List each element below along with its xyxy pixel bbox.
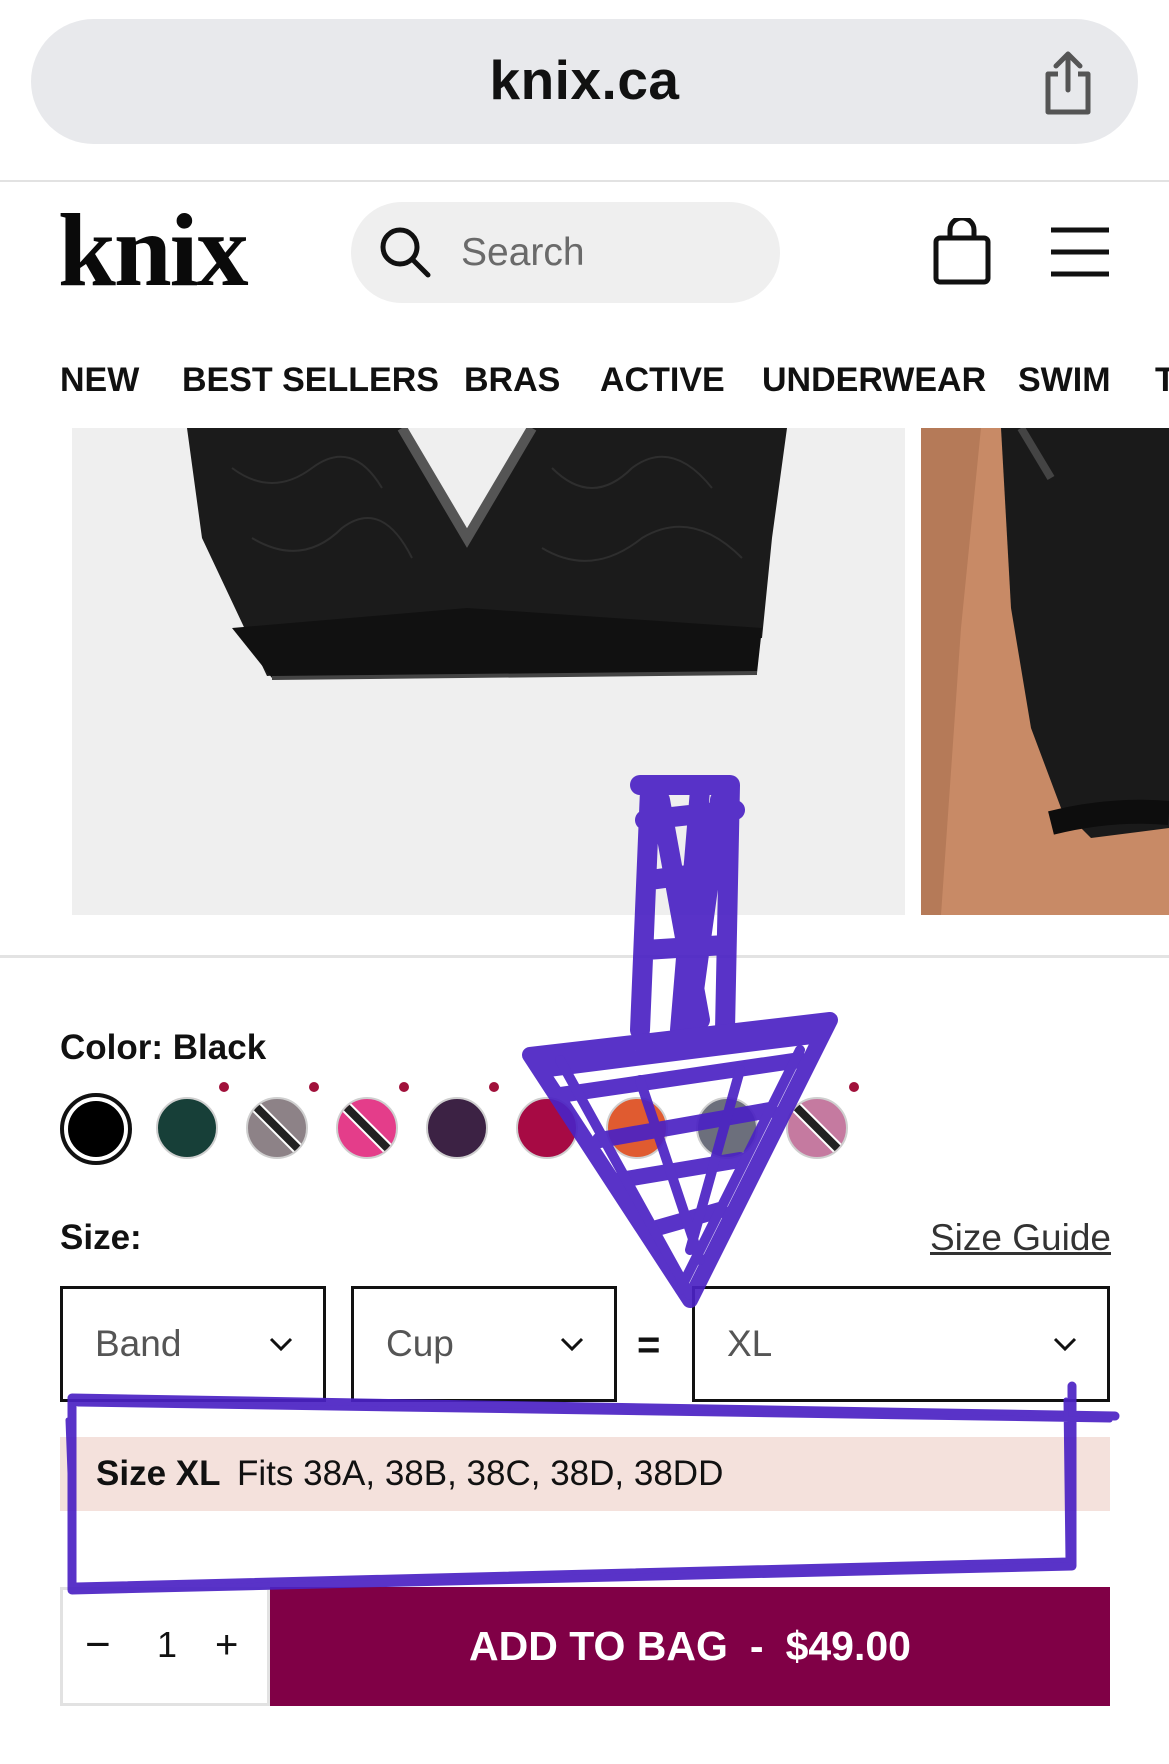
new-color-dot <box>489 1082 499 1092</box>
add-to-bag-button[interactable]: ADD TO BAG - $49.00 <box>270 1587 1110 1706</box>
size-fit-title: Size XL <box>96 1454 221 1493</box>
new-color-dot <box>219 1082 229 1092</box>
add-to-bag-label: ADD TO BAG <box>469 1623 728 1669</box>
search-icon[interactable] <box>378 225 432 279</box>
nav-item-best-sellers[interactable]: BEST SELLERS <box>182 355 439 405</box>
size-select-label: XL <box>727 1323 773 1364</box>
cup-select[interactable]: Cup <box>351 1286 617 1402</box>
swatch-pink-soldout[interactable] <box>336 1097 398 1159</box>
search-input[interactable] <box>461 220 751 286</box>
category-nav: NEW BEST SELLERS BRAS ACTIVE UNDERWEAR S… <box>0 355 1169 405</box>
size-select[interactable]: XL <box>692 1286 1110 1402</box>
swatch-orange[interactable] <box>606 1097 668 1159</box>
browser-divider <box>0 180 1169 182</box>
chevron-down-icon <box>1053 1337 1077 1352</box>
nav-item-truncated[interactable]: T <box>1155 355 1169 405</box>
swatch-mauve-soldout[interactable] <box>786 1097 848 1159</box>
nav-item-bras[interactable]: BRAS <box>464 355 560 405</box>
color-label: Color: Black <box>60 1028 267 1067</box>
price: $49.00 <box>785 1623 911 1669</box>
quantity-decrease-button[interactable]: − <box>85 1620 111 1670</box>
product-image-main[interactable] <box>72 428 905 915</box>
price-separator: - <box>749 1623 764 1669</box>
swatch-slate[interactable] <box>696 1097 758 1159</box>
quantity-value[interactable]: 1 <box>157 1620 177 1670</box>
chevron-down-icon <box>269 1337 293 1352</box>
nav-item-active[interactable]: ACTIVE <box>600 355 725 405</box>
nav-item-swim[interactable]: SWIM <box>1018 355 1111 405</box>
swatch-berry[interactable] <box>516 1097 578 1159</box>
knix-logo[interactable]: knix <box>58 196 249 306</box>
bag-icon[interactable] <box>932 218 992 286</box>
swatch-plum[interactable] <box>426 1097 488 1159</box>
swatch-black[interactable] <box>60 1093 132 1165</box>
nav-item-underwear[interactable]: UNDERWEAR <box>762 355 986 405</box>
chevron-down-icon <box>560 1337 584 1352</box>
equals-sign: = <box>637 1323 661 1367</box>
menu-icon[interactable] <box>1049 226 1111 278</box>
product-image-model[interactable] <box>921 428 1169 915</box>
section-divider <box>0 955 1169 958</box>
size-fit-text: Fits 38A, 38B, 38C, 38D, 38DD <box>237 1454 724 1493</box>
quantity-increase-button[interactable]: + <box>215 1620 238 1670</box>
cup-select-label: Cup <box>386 1323 454 1364</box>
swatch-green[interactable] <box>156 1097 218 1159</box>
band-select[interactable]: Band <box>60 1286 326 1402</box>
model-illustration <box>921 428 1169 915</box>
bra-illustration <box>187 428 787 680</box>
new-color-dot <box>849 1082 859 1092</box>
new-color-dot <box>309 1082 319 1092</box>
new-color-dot <box>399 1082 409 1092</box>
color-value: Black <box>172 1028 267 1067</box>
swatch-grey-soldout[interactable] <box>246 1097 308 1159</box>
size-label: Size: <box>60 1218 142 1257</box>
size-guide-link[interactable]: Size Guide <box>930 1215 1111 1260</box>
band-select-label: Band <box>95 1323 182 1364</box>
nav-item-new[interactable]: NEW <box>60 355 139 405</box>
share-icon[interactable] <box>1040 50 1096 116</box>
url-text[interactable]: knix.ca <box>0 0 1169 160</box>
